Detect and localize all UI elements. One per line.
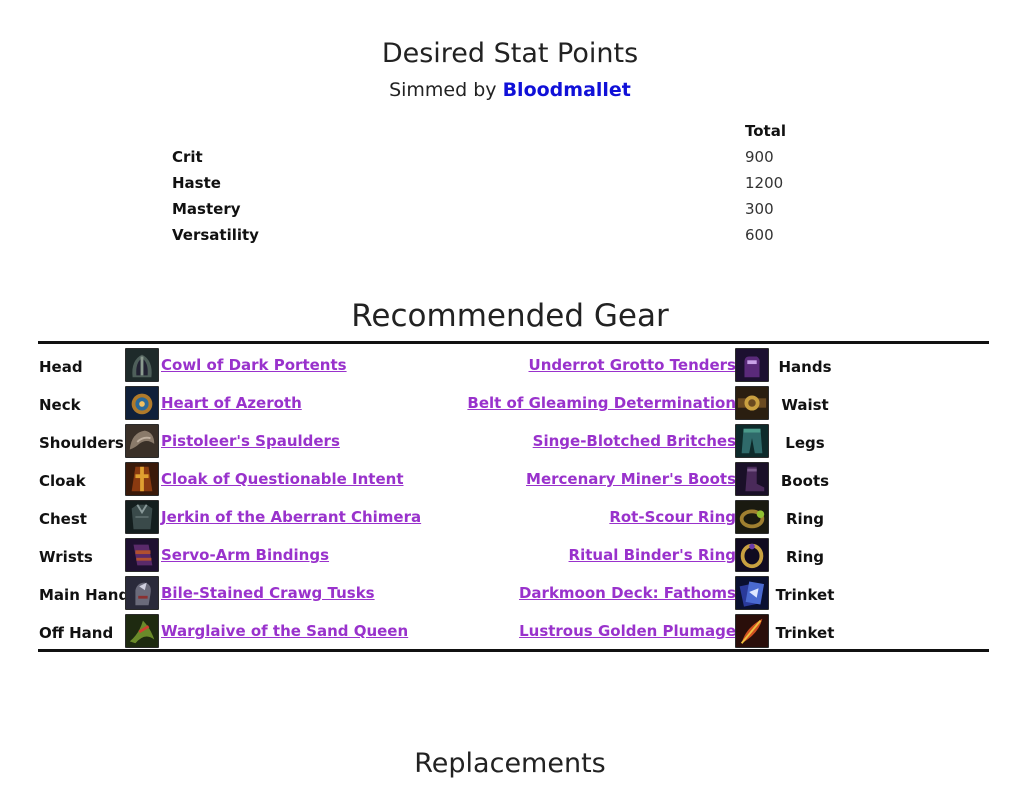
stat-value: 900	[745, 148, 774, 166]
slot-label-ring: Ring	[785, 548, 825, 566]
bracer-icon[interactable]	[125, 538, 159, 572]
stat-header-row: Total	[164, 118, 864, 144]
slot-label-off-hand: Off Hand	[39, 624, 114, 642]
slot-label-shoulders: Shoulders	[39, 434, 124, 452]
recommended-gear-table: Head Cowl of Dark Portents Underrot Grot…	[38, 341, 989, 652]
item-link[interactable]: Bile-Stained Crawg Tusks	[161, 584, 375, 602]
slot-label-chest: Chest	[39, 510, 87, 528]
slot-label-boots: Boots	[780, 472, 830, 490]
gear-row: Head Cowl of Dark Portents Underrot Grot…	[38, 346, 989, 384]
item-link[interactable]: Lustrous Golden Plumage	[519, 622, 736, 640]
gloves-icon[interactable]	[735, 348, 769, 382]
slot-label-legs: Legs	[785, 434, 825, 452]
gear-row: Shoulders Pistoleer's Spaulders Singe-Bl…	[38, 422, 989, 460]
item-link[interactable]: Cowl of Dark Portents	[161, 356, 347, 374]
item-link[interactable]: Cloak of Questionable Intent	[161, 470, 404, 488]
gear-row: Chest Jerkin of the Aberrant Chimera Rot…	[38, 498, 989, 536]
slot-label-waist: Waist	[781, 396, 829, 414]
stat-name: Versatility	[172, 226, 259, 244]
gear-row: Wrists Servo-Arm Bindings Ritual Binder'…	[38, 536, 989, 574]
glaive-icon[interactable]	[125, 614, 159, 648]
boots-icon[interactable]	[735, 462, 769, 496]
item-link[interactable]: Warglaive of the Sand Queen	[161, 622, 408, 640]
slot-label-hands: Hands	[778, 358, 832, 376]
shoulder-icon[interactable]	[125, 424, 159, 458]
ring-icon[interactable]	[735, 500, 769, 534]
helm-icon[interactable]	[125, 348, 159, 382]
stat-row-crit: Crit 900	[164, 144, 864, 170]
stat-value: 600	[745, 226, 774, 244]
page-title: Desired Stat Points	[381, 38, 639, 69]
item-link[interactable]: Pistoleer's Spaulders	[161, 432, 340, 450]
replacements-title: Replacements	[414, 748, 606, 779]
stat-row-mastery: Mastery 300	[164, 196, 864, 222]
ring-icon[interactable]	[735, 538, 769, 572]
chest-icon[interactable]	[125, 500, 159, 534]
stat-total-header: Total	[745, 122, 786, 140]
slot-label-head: Head	[39, 358, 83, 376]
stat-row-haste: Haste 1200	[164, 170, 864, 196]
slot-label-wrists: Wrists	[39, 548, 93, 566]
slot-label-trinket: Trinket	[775, 586, 835, 604]
item-link[interactable]: Mercenary Miner's Boots	[526, 470, 736, 488]
item-link[interactable]: Underrot Grotto Tenders	[529, 356, 736, 374]
belt-icon[interactable]	[735, 386, 769, 420]
gear-row: Off Hand Warglaive of the Sand Queen Lus…	[38, 612, 989, 650]
gear-row: Main Hand Bile-Stained Crawg Tusks Darkm…	[38, 574, 989, 612]
stat-row-versatility: Versatility 600	[164, 222, 864, 248]
bloodmallet-link[interactable]: Bloodmallet	[503, 79, 631, 101]
slot-label-ring: Ring	[785, 510, 825, 528]
cloak-icon[interactable]	[125, 462, 159, 496]
amulet-icon[interactable]	[125, 386, 159, 420]
stat-points-table: Total Crit 900 Haste 1200 Mastery 300 Ve…	[164, 118, 864, 248]
item-link[interactable]: Belt of Gleaming Determination	[467, 394, 736, 412]
stat-name: Crit	[172, 148, 203, 166]
item-link[interactable]: Darkmoon Deck: Fathoms	[519, 584, 736, 602]
stat-name-header	[164, 118, 737, 144]
item-link[interactable]: Ritual Binder's Ring	[569, 546, 736, 564]
stat-value: 300	[745, 200, 774, 218]
item-link[interactable]: Singe-Blotched Britches	[533, 432, 736, 450]
simmed-by-label: Simmed by	[389, 79, 503, 101]
recommended-gear-title: Recommended Gear	[351, 298, 669, 334]
pants-icon[interactable]	[735, 424, 769, 458]
stat-name: Haste	[172, 174, 221, 192]
item-link[interactable]: Jerkin of the Aberrant Chimera	[161, 508, 421, 526]
slot-label-trinket: Trinket	[775, 624, 835, 642]
item-link[interactable]: Servo-Arm Bindings	[161, 546, 329, 564]
simmed-by-line: Simmed by Bloodmallet	[0, 77, 1020, 103]
stat-name: Mastery	[172, 200, 241, 218]
stat-value: 1200	[745, 174, 784, 192]
item-link[interactable]: Heart of Azeroth	[161, 394, 302, 412]
slot-label-main-hand: Main Hand	[39, 586, 130, 604]
gear-row: Cloak Cloak of Questionable Intent Merce…	[38, 460, 989, 498]
fist-weapon-icon[interactable]	[125, 576, 159, 610]
feather-icon[interactable]	[735, 614, 769, 648]
slot-label-cloak: Cloak	[39, 472, 86, 490]
gear-row: Neck Heart of Azeroth Belt of Gleaming D…	[38, 384, 989, 422]
item-link[interactable]: Rot-Scour Ring	[609, 508, 736, 526]
card-deck-icon[interactable]	[735, 576, 769, 610]
slot-label-neck: Neck	[39, 396, 81, 414]
